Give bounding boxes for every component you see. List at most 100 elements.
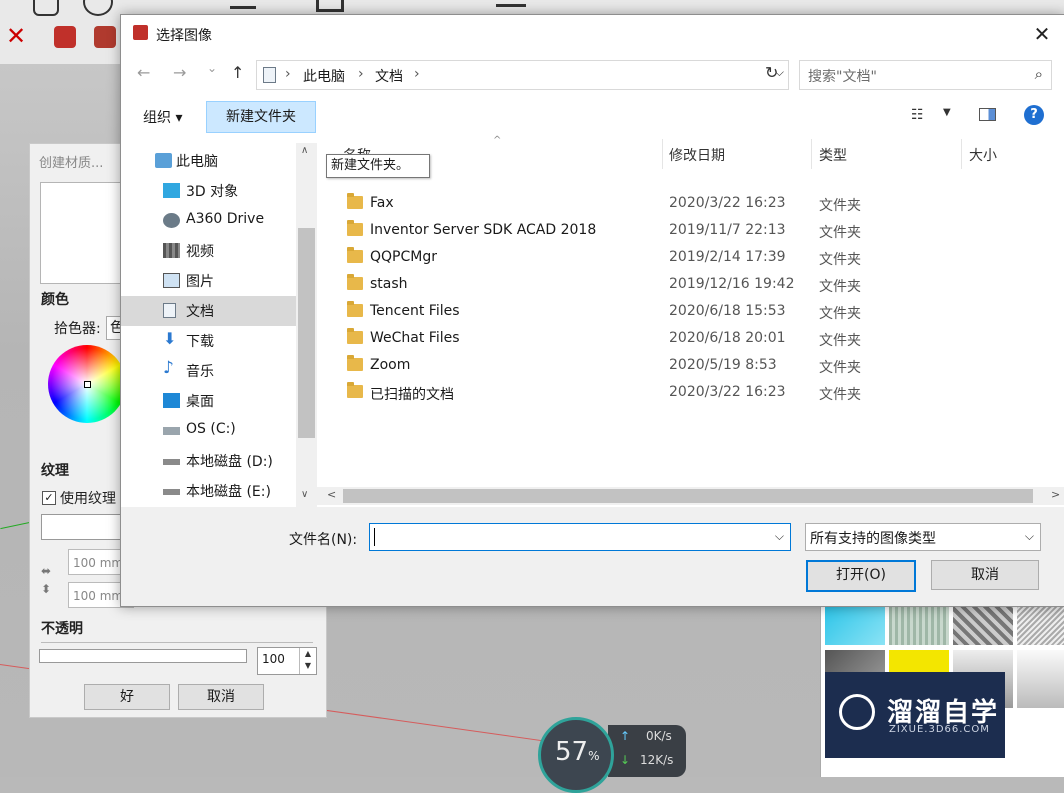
sort-ascending-icon: ^ <box>493 135 502 146</box>
recent-locations-button[interactable]: ⌄ <box>207 61 217 75</box>
column-divider[interactable] <box>811 139 812 169</box>
open-button[interactable]: 打开(O) <box>806 560 916 592</box>
view-options-icon[interactable]: ☷ <box>911 107 924 123</box>
title-bar[interactable]: 选择图像 ✕ <box>121 15 1064 53</box>
panel-cancel-button[interactable]: 取消 <box>178 684 264 710</box>
orbit-tool-icon[interactable] <box>83 0 113 16</box>
breadcrumb-documents[interactable]: 文档 <box>375 66 403 86</box>
select-image-dialog: 选择图像 ✕ ← → ⌄ ↑ › 此电脑 › 文档 › ⌵ ↻ 搜索"文档" ⌕… <box>120 14 1064 607</box>
nav-label: 桌面 <box>186 394 214 410</box>
view-dropdown-icon[interactable]: ▼ <box>943 107 951 118</box>
ruby-extension-icon[interactable] <box>54 26 76 48</box>
panel-title: 创建材质... <box>39 156 104 171</box>
up-button[interactable]: ↑ <box>231 63 244 82</box>
file-row[interactable]: stash 2019/12/16 19:42 文件夹 <box>337 272 1057 299</box>
nav-label: A360 Drive <box>186 211 265 227</box>
nav-item-3d-objects[interactable]: 3D 对象 <box>121 176 296 206</box>
scrollbar-thumb[interactable] <box>298 228 315 438</box>
material-thumb[interactable] <box>1017 605 1064 645</box>
nav-item-os-c[interactable]: OS (C:) <box>121 416 296 446</box>
organize-menu[interactable]: 组织 ▾ <box>143 107 182 127</box>
file-row[interactable]: Fax 2020/3/22 16:23 文件夹 <box>337 191 1057 218</box>
memory-gauge[interactable]: 57% <box>538 717 614 793</box>
material-thumb[interactable] <box>825 605 885 645</box>
file-row[interactable]: QQPCMgr 2019/2/14 17:39 文件夹 <box>337 245 1057 272</box>
material-thumb[interactable] <box>889 605 949 645</box>
filetype-select[interactable]: 所有支持的图像类型 ⌵ <box>805 523 1041 551</box>
file-name: QQPCMgr <box>370 249 437 265</box>
column-header-date[interactable]: 修改日期 <box>669 145 725 165</box>
material-thumb[interactable] <box>953 605 1013 645</box>
scroll-right-icon[interactable]: > <box>1051 488 1060 501</box>
column-divider[interactable] <box>961 139 962 169</box>
nav-item-downloads[interactable]: ⬇ 下载 <box>121 326 296 356</box>
documents-location-icon <box>263 67 276 83</box>
nav-scrollbar[interactable]: ∧ ∨ <box>296 143 317 507</box>
section-tool-icon[interactable] <box>316 0 344 12</box>
file-row[interactable]: Zoom 2020/5/19 8:53 文件夹 <box>337 353 1057 380</box>
color-wheel[interactable] <box>48 345 126 423</box>
file-row[interactable]: WeChat Files 2020/6/18 20:01 文件夹 <box>337 326 1057 353</box>
nav-item-a360-drive[interactable]: A360 Drive <box>121 206 296 236</box>
file-name: WeChat Files <box>370 330 460 346</box>
file-row[interactable]: 已扫描的文档 2020/3/22 16:23 文件夹 <box>337 380 1057 407</box>
scroll-left-icon[interactable]: < <box>327 488 336 501</box>
nav-item-this-pc[interactable]: 此电脑 <box>121 146 296 176</box>
file-row[interactable]: Tencent Files 2020/6/18 15:53 文件夹 <box>337 299 1057 326</box>
file-date: 2019/11/7 22:13 <box>669 222 786 238</box>
material-thumb[interactable] <box>1017 650 1064 708</box>
download-icon: ↓ <box>620 753 631 767</box>
scrollbar-thumb[interactable] <box>343 489 1033 503</box>
filename-input[interactable]: ⌵ <box>369 523 791 551</box>
file-type: 文件夹 <box>819 387 861 403</box>
color-wheel-cursor[interactable] <box>84 381 91 388</box>
folder-icon <box>347 220 363 236</box>
view-tool-icon[interactable] <box>230 0 256 9</box>
breadcrumb-separator[interactable]: › <box>414 66 420 82</box>
chevron-down-icon[interactable]: ⌵ <box>775 529 784 544</box>
text-caret <box>374 528 375 546</box>
nav-label: 音乐 <box>186 364 214 380</box>
new-folder-button[interactable]: 新建文件夹 <box>206 101 316 133</box>
nav-item-drive-e[interactable]: 本地磁盘 (E:) <box>121 476 296 506</box>
opacity-slider[interactable] <box>39 649 247 663</box>
close-button[interactable]: ✕ <box>1020 15 1064 53</box>
nav-item-desktop[interactable]: 桌面 <box>121 386 296 416</box>
back-button[interactable]: ← <box>137 63 150 82</box>
chevron-down-icon[interactable]: ⌵ <box>1025 529 1034 544</box>
column-divider[interactable] <box>662 139 663 169</box>
breadcrumb-this-pc[interactable]: 此电脑 <box>303 66 345 86</box>
help-icon[interactable]: ? <box>1024 105 1044 125</box>
nav-label: 本地磁盘 (D:) <box>186 454 273 470</box>
pan-tool-icon[interactable] <box>33 0 59 16</box>
nav-item-documents[interactable]: 文档 <box>121 296 296 326</box>
address-bar[interactable]: › 此电脑 › 文档 › ⌵ <box>256 60 789 90</box>
nav-item-pictures[interactable]: 图片 <box>121 266 296 296</box>
scroll-up-icon[interactable]: ∧ <box>301 145 308 156</box>
use-texture-checkbox[interactable]: ✓ <box>42 491 56 505</box>
spinner-arrows-icon[interactable]: ▲ ▼ <box>299 648 316 674</box>
breadcrumb-separator[interactable]: › <box>358 66 364 82</box>
nav-item-drive-d[interactable]: 本地磁盘 (D:) <box>121 446 296 476</box>
column-header-type[interactable]: 类型 <box>819 145 847 165</box>
color-heading: 颜色 <box>41 292 69 308</box>
camera-tool-icon[interactable] <box>496 0 526 7</box>
opacity-spinner[interactable]: 100 ▲ ▼ <box>257 647 317 675</box>
nav-item-music[interactable]: ♪ 音乐 <box>121 356 296 386</box>
file-row[interactable]: Inventor Server SDK ACAD 2018 2019/11/7 … <box>337 218 1057 245</box>
zoom-extents-icon[interactable]: ✕ <box>6 22 36 50</box>
scroll-down-icon[interactable]: ∨ <box>301 489 308 500</box>
refresh-button[interactable]: ↻ <box>765 63 778 82</box>
breadcrumb-separator[interactable]: › <box>285 66 291 82</box>
ok-button[interactable]: 好 <box>84 684 170 710</box>
horizontal-scrollbar[interactable]: < > <box>317 487 1064 505</box>
nav-item-videos[interactable]: 视频 <box>121 236 296 266</box>
computer-icon <box>155 153 172 168</box>
search-icon[interactable]: ⌕ <box>1035 65 1043 83</box>
cancel-button[interactable]: 取消 <box>931 560 1039 590</box>
preview-pane-icon[interactable] <box>979 108 996 121</box>
column-header-size[interactable]: 大小 <box>969 145 997 165</box>
search-box[interactable]: 搜索"文档" ⌕ <box>799 60 1052 90</box>
ruby-console-icon[interactable] <box>94 26 116 48</box>
forward-button[interactable]: → <box>173 63 186 82</box>
